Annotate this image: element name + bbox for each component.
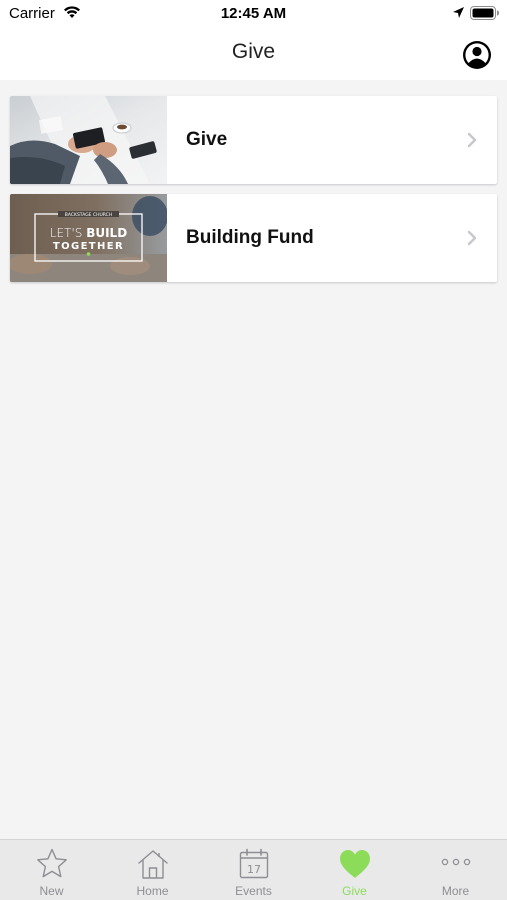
tab-events-label: Events: [235, 884, 272, 898]
status-time: 12:45 AM: [220, 5, 287, 22]
building-fund-thumbnail-image: BACKSTAGE CHURCH LET'S BUILD TOGETHER: [10, 194, 167, 282]
home-icon: [138, 850, 168, 879]
tab-home[interactable]: Home: [102, 840, 203, 900]
calendar-day-number: 17: [247, 863, 261, 876]
tab-more[interactable]: More: [405, 840, 506, 900]
building-fund-card-label: Building Fund: [186, 227, 314, 248]
give-thumbnail-image: [10, 96, 167, 184]
thumbnail-headline-line1: LET'S BUILD: [50, 226, 127, 240]
tab-give-label: Give: [342, 884, 367, 898]
thumbnail-church-text: BACKSTAGE CHURCH: [65, 212, 112, 218]
tab-bar: New Home 17 Events Give More: [0, 839, 507, 900]
tab-home-label: Home: [136, 884, 169, 898]
building-fund-card[interactable]: BACKSTAGE CHURCH LET'S BUILD TOGETHER Bu…: [10, 194, 497, 282]
tab-new-label: New: [39, 884, 64, 898]
status-bar: Carrier 12:45 AM: [0, 0, 507, 28]
tab-new[interactable]: New: [1, 840, 102, 900]
location-icon: [453, 7, 464, 18]
tab-more-label: More: [441, 884, 470, 898]
calendar-icon: 17: [239, 848, 269, 879]
heart-icon: [340, 850, 370, 878]
chevron-right-icon: [467, 132, 477, 148]
tab-events[interactable]: 17 Events: [203, 840, 304, 900]
chevron-right-icon: [467, 230, 477, 246]
more-icon: [441, 858, 471, 866]
profile-icon[interactable]: [462, 40, 492, 70]
tab-give[interactable]: Give: [304, 840, 405, 900]
give-card[interactable]: Give: [10, 96, 497, 184]
star-icon: [37, 848, 67, 878]
page-title: Give: [231, 40, 276, 63]
thumbnail-headline-line2: TOGETHER: [53, 241, 124, 252]
navigation-bar: Give: [0, 28, 507, 80]
give-card-label: Give: [186, 129, 228, 150]
battery-icon: [470, 6, 499, 20]
